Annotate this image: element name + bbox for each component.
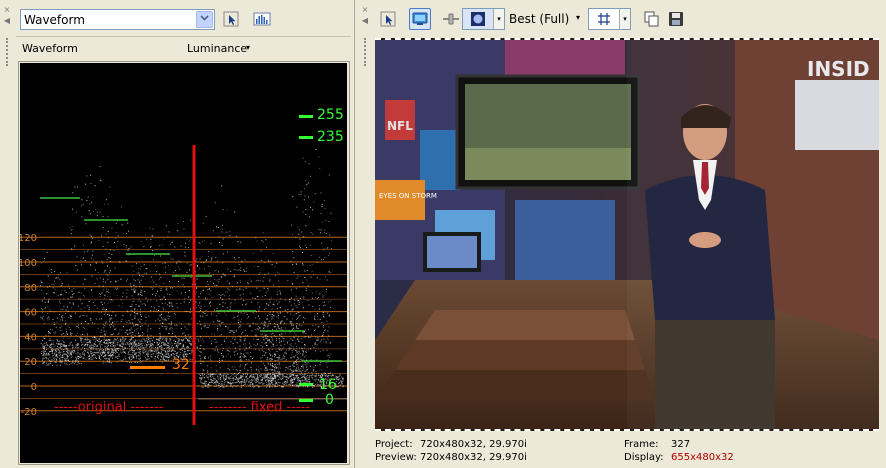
marker-235-bar: [299, 136, 313, 139]
scope-title: Waveform: [22, 42, 78, 55]
toolbar-separator: [16, 36, 351, 37]
save-icon: [669, 12, 683, 26]
preview-quality-menu[interactable]: Best (Full): [509, 12, 569, 26]
divider-line: [192, 145, 196, 425]
collapse-arrow-icon[interactable]: ◀: [3, 17, 11, 25]
quality-dropdown-arrow-icon[interactable]: ▾: [576, 13, 580, 22]
label-original: -----original -------: [54, 400, 164, 415]
frame-value: 327: [671, 439, 691, 450]
scope-type-value: Waveform: [24, 13, 85, 27]
project-value: 720x480x32, 29.970i: [420, 439, 527, 450]
marker-32-label: 32: [172, 357, 190, 373]
video-scopes-panel: × ◀ Waveform Waveform Luminance ▾ 120 10…: [0, 0, 355, 468]
histogram-icon: [253, 12, 271, 26]
chevron-down-icon[interactable]: [196, 11, 213, 28]
video-text-nfl: NFL: [387, 119, 413, 133]
video-preview[interactable]: INSID NFL EYES ON STORM: [375, 38, 879, 431]
preview-value: 720x480x32, 29.970i: [420, 452, 527, 463]
y-tick-label: 100: [20, 258, 37, 269]
panel-grip-icon[interactable]: [364, 38, 367, 66]
marker-0-label: 0: [325, 392, 334, 408]
y-tick-label: 120: [20, 233, 37, 244]
marker-16-bar: [299, 383, 313, 386]
waveform-scope: 120 100 80 60 40 20 0 -20 255 235 16 0 32 -----…: [20, 63, 347, 463]
label-fixed: -------- fixed -----: [209, 400, 310, 415]
y-tick-label: 0: [31, 382, 37, 393]
close-panel-icon[interactable]: ×: [3, 6, 11, 14]
overlay-dropdown-arrow-icon[interactable]: ▾: [493, 9, 504, 29]
display-label: Display:: [624, 452, 664, 463]
grid-dropdown-arrow-icon[interactable]: ▾: [619, 9, 630, 29]
marker-32-bar: [130, 366, 165, 369]
monitor-icon: [412, 12, 428, 25]
video-frame-image: INSID NFL EYES ON STORM: [375, 40, 879, 429]
split-screen-button[interactable]: [440, 8, 462, 30]
dropdown-arrow-icon[interactable]: ▾: [246, 43, 250, 52]
preview-label: Preview:: [375, 452, 417, 463]
preview-settings-button[interactable]: [377, 8, 399, 30]
y-tick-label: 20: [24, 357, 37, 368]
cursor-pointer-icon: [380, 11, 396, 27]
y-tick-label: 40: [24, 332, 37, 343]
scope-settings-button[interactable]: [220, 8, 242, 30]
y-tick-label: -20: [21, 407, 37, 418]
vegas-preview-window: × ◀ Waveform Waveform Luminance ▾ 120 10…: [0, 0, 886, 468]
marker-255-label: 255: [317, 107, 344, 123]
scope-type-select[interactable]: Waveform: [20, 9, 215, 30]
luminance-menu[interactable]: Luminance: [187, 42, 247, 55]
overlay-icon[interactable]: [463, 9, 493, 29]
save-snapshot-button[interactable]: [665, 8, 687, 30]
cursor-pointer-icon: [223, 11, 239, 27]
frame-label: Frame:: [624, 439, 659, 450]
external-monitor-button[interactable]: [409, 8, 431, 30]
copy-icon: [644, 11, 659, 27]
video-preview-panel: × ◀ ▾ Best (Full) ▾ ▾ INSID NFL EYES ON …: [358, 0, 886, 468]
histogram-button[interactable]: [251, 8, 273, 30]
close-panel-icon[interactable]: ×: [361, 6, 369, 14]
grid-icon[interactable]: [589, 9, 619, 29]
marker-235-label: 235: [317, 129, 344, 145]
project-label: Project:: [375, 439, 413, 450]
panel-grip-icon[interactable]: [6, 38, 9, 66]
y-tick-label: 60: [24, 308, 37, 319]
copy-snapshot-button[interactable]: [641, 8, 663, 30]
overlays-button[interactable]: ▾: [462, 8, 505, 30]
collapse-arrow-icon[interactable]: ◀: [361, 17, 369, 25]
split-icon: [443, 13, 459, 25]
grid-button[interactable]: ▾: [588, 8, 631, 30]
y-tick-label: 80: [24, 283, 37, 294]
video-text-storm: EYES ON STORM: [379, 192, 437, 200]
marker-255-bar: [299, 115, 313, 118]
display-value: 655x480x32: [671, 452, 734, 463]
marker-16-label: 16: [319, 377, 337, 393]
